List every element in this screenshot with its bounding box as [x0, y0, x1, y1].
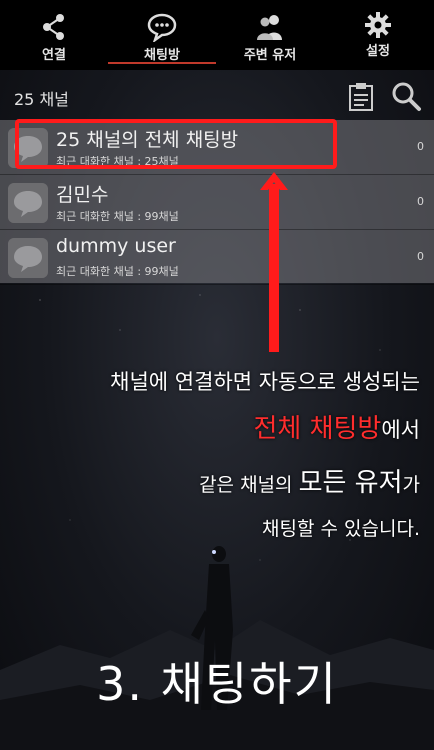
chat-room-name: dummy user — [56, 235, 176, 257]
selected-tab-indicator — [108, 62, 216, 64]
caption-line-4: 채팅할 수 있습니다. — [262, 518, 420, 540]
caption-emphasis-text: 모든 유저 — [298, 468, 403, 498]
chat-room-name: 김민수 — [56, 184, 109, 206]
chat-room-row[interactable]: 김민수 최근 대화한 채널 : 99채널 0 — [0, 175, 434, 230]
unread-count: 0 — [417, 250, 424, 263]
unread-count: 0 — [417, 195, 424, 208]
share-icon — [43, 14, 64, 40]
highlight-box — [15, 119, 337, 169]
tab-chatrooms[interactable]: 채팅방 — [108, 0, 216, 70]
caption-text: 같은 채널의 — [199, 474, 299, 496]
caption-line-2: 전체 채팅방에서 — [253, 408, 420, 445]
caption-accent-text: 전체 채팅방 — [253, 414, 382, 444]
caption-line-3: 같은 채널의 모든 유저가 — [199, 462, 420, 499]
gear-icon — [365, 12, 391, 38]
chat-room-subtitle: 최근 대화한 채널 : 99채널 — [56, 210, 179, 223]
caption-line-1: 채널에 연결하면 자동으로 생성되는 — [110, 370, 420, 394]
chat-bubble-icon — [147, 13, 177, 42]
unread-count: 0 — [417, 140, 424, 153]
channel-header: 25 채널 — [0, 70, 434, 120]
up-arrow-annotation — [260, 172, 288, 352]
tab-label: 주변 유저 — [243, 48, 297, 63]
chat-room-avatar-icon — [8, 238, 48, 278]
chat-room-subtitle: 최근 대화한 채널 : 99채널 — [56, 265, 179, 278]
tab-connect[interactable]: 연결 — [0, 0, 108, 70]
clipboard-icon[interactable] — [345, 80, 377, 112]
caption-text: 에서 — [381, 418, 420, 442]
channel-title: 25 채널 — [14, 90, 69, 109]
tab-label: 설정 — [366, 44, 390, 59]
chat-room-row[interactable]: dummy user 최근 대화한 채널 : 99채널 0 — [0, 230, 434, 285]
tab-label: 연결 — [42, 48, 66, 63]
tab-bar: 연결 채팅방 주변 유저 설정 — [0, 0, 434, 70]
users-icon — [257, 15, 282, 40]
chat-room-avatar-icon — [8, 183, 48, 223]
search-icon[interactable] — [390, 80, 422, 112]
caption-text: 가 — [402, 474, 420, 496]
tab-settings[interactable]: 설정 — [324, 0, 432, 70]
step-title: 3. 채팅하기 — [96, 657, 338, 711]
tab-label: 채팅방 — [144, 48, 180, 63]
tab-nearby-users[interactable]: 주변 유저 — [216, 0, 324, 70]
